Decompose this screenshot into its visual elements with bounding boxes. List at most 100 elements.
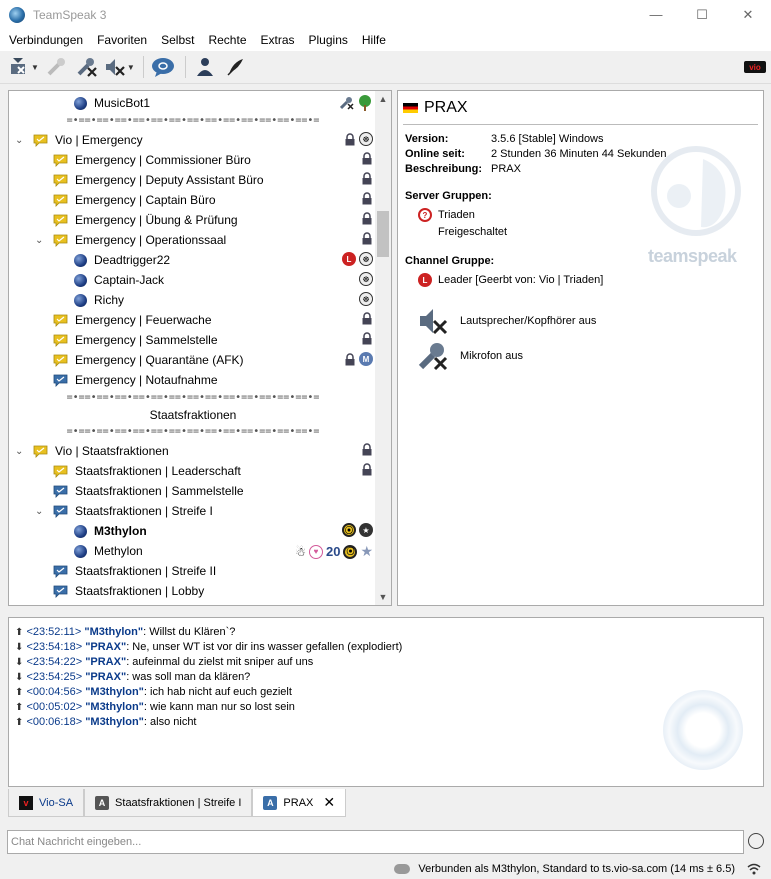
channel-row[interactable]: Staatsfraktionen | Lobby — [9, 581, 377, 601]
channel-row[interactable]: Emergency | Deputy Assistant Büro — [9, 170, 377, 190]
maximize-button[interactable]: ☐ — [679, 0, 725, 29]
chat-nick[interactable]: "PRAX" — [85, 656, 126, 668]
user-status-icon — [74, 544, 87, 558]
tree-user-row[interactable]: MusicBot1 — [9, 93, 377, 113]
tree-user-row[interactable]: Methylon ☃ ♥ 20 ⦿ ★ — [9, 541, 377, 561]
channel-name: Emergency | Operationssaal — [75, 233, 227, 247]
divider — [403, 124, 758, 125]
chat-log[interactable]: ⬆ <23:52:11> "M3thylon": Willst du Kläre… — [8, 617, 764, 787]
menu-plugins[interactable]: Plugins — [302, 33, 355, 47]
scrollbar-thumb[interactable] — [377, 211, 389, 257]
channel-yellow-icon — [33, 445, 48, 458]
channel-row[interactable]: Emergency | Captain Büro — [9, 190, 377, 210]
chat-nick[interactable]: "M3thylon" — [85, 686, 144, 698]
channel-spacer[interactable]: =•==•==•==•==•==•==•==•==•==•==•==•==•==… — [9, 111, 377, 131]
chat-timestamp: <23:54:25> — [26, 671, 83, 683]
collapse-arrow-icon[interactable]: ⌄ — [15, 446, 23, 457]
channel-name: Emergency | Übung & Prüfung — [75, 213, 238, 227]
lock-icon — [362, 192, 372, 205]
dropdown-arrow-icon[interactable]: ▼ — [31, 63, 39, 72]
chat-text: : wie kann man nur so lost sein — [143, 701, 295, 713]
tab-channel[interactable]: A Staatsfraktionen | Streife I — [84, 789, 253, 817]
mute-speakers-button[interactable]: ▼ — [104, 53, 135, 81]
menu-selbst[interactable]: Selbst — [154, 33, 201, 47]
speakers-status-text: Lautsprecher/Kopfhörer aus — [460, 315, 597, 327]
channel-row[interactable]: ⌄ Vio | Emergency ☸ — [9, 130, 377, 150]
channel-row[interactable]: Staatsfraktionen | Streife II — [9, 561, 377, 581]
lock-icon — [362, 332, 372, 345]
tree-user-row[interactable]: Captain-Jack ☸ — [9, 270, 377, 290]
microphone-status-text: Mikrofon aus — [460, 350, 523, 362]
channel-row[interactable]: Emergency | Feuerwache — [9, 310, 377, 330]
incoming-arrow-icon: ⬇ — [15, 657, 24, 668]
chat-nick[interactable]: "M3thylon" — [84, 626, 143, 638]
menu-hilfe[interactable]: Hilfe — [355, 33, 393, 47]
close-tab-icon[interactable]: ✕ — [323, 794, 335, 811]
chat-nick[interactable]: "M3thylon" — [85, 701, 144, 713]
channel-tree[interactable]: MusicBot1 =•==•==•==•==•==•==•==•==•==•=… — [8, 90, 392, 606]
scroll-down-icon[interactable]: ▼ — [375, 589, 391, 605]
scroll-up-icon[interactable]: ▲ — [375, 91, 391, 107]
chat-nick[interactable]: "PRAX" — [85, 641, 126, 653]
description-label: Beschreibung: — [405, 163, 483, 175]
channel-row[interactable]: Emergency | Quarantäne (AFK) M — [9, 350, 377, 370]
minimize-button[interactable]: — — [633, 0, 679, 29]
collapse-arrow-icon[interactable]: ⌄ — [35, 235, 43, 246]
lock-icon — [362, 172, 372, 185]
channel-row[interactable]: Emergency | Commissioner Büro — [9, 150, 377, 170]
channel-blue-icon — [53, 374, 68, 387]
channel-yellow-icon — [33, 134, 48, 147]
emoji-icon[interactable] — [748, 833, 764, 849]
chat-nick[interactable]: "PRAX" — [85, 671, 126, 683]
server-group-row: ? Triaden — [418, 208, 475, 222]
chat-button[interactable] — [149, 53, 177, 81]
tab-server[interactable]: v Vio-SA — [8, 789, 85, 817]
collapse-arrow-icon[interactable]: ⌄ — [15, 135, 23, 146]
channel-row[interactable]: Emergency | Sammelstelle — [9, 330, 377, 350]
tree-scrollbar[interactable]: ▲ ▼ — [375, 91, 391, 605]
menu-bar: Verbindungen Favoriten Selbst Rechte Ext… — [0, 29, 771, 51]
channel-row[interactable]: ⌄ Emergency | Operationssaal — [9, 230, 377, 250]
channel-row[interactable]: Emergency | Übung & Prüfung — [9, 210, 377, 230]
contacts-button[interactable] — [191, 53, 219, 81]
tree-user-row[interactable]: Richy ☸ — [9, 290, 377, 310]
channel-spacer[interactable]: =•==•==•==•==•==•==•==•==•==•==•==•==•==… — [9, 422, 377, 442]
channel-row[interactable]: ⌄ Vio | Staatsfraktionen — [9, 441, 377, 461]
menu-verbindungen[interactable]: Verbindungen — [2, 33, 90, 47]
window-title: TeamSpeak 3 — [33, 7, 107, 22]
away-button[interactable] — [42, 53, 70, 81]
wifi-icon — [747, 863, 761, 875]
channel-row[interactable]: ⌄ Staatsfraktionen | Streife I — [9, 501, 377, 521]
cloud-icon — [394, 864, 411, 874]
dropdown-arrow-icon[interactable]: ▼ — [127, 63, 135, 72]
chat-nick[interactable]: "M3thylon" — [85, 716, 144, 728]
menu-extras[interactable]: Extras — [254, 33, 302, 47]
chat-text: : also nicht — [143, 716, 197, 728]
client-title: PRAX — [403, 99, 468, 117]
chat-timestamp: <00:05:02> — [26, 701, 83, 713]
disconnect-button[interactable]: ▼ — [8, 53, 39, 81]
chat-message: ⬆ <00:04:56> "M3thylon": ich hab nicht a… — [15, 686, 292, 698]
channel-name: Vio | Emergency — [55, 133, 143, 147]
menu-favoriten[interactable]: Favoriten — [90, 33, 154, 47]
whisper-button[interactable] — [222, 53, 250, 81]
version-row: Version: 3.5.6 [Stable] Windows — [405, 133, 604, 145]
menu-rechte[interactable]: Rechte — [201, 33, 253, 47]
outgoing-arrow-icon: ⬆ — [15, 627, 24, 638]
collapse-arrow-icon[interactable]: ⌄ — [35, 506, 43, 517]
close-button[interactable]: ✕ — [725, 0, 771, 29]
channel-row[interactable]: Staatsfraktionen | Leaderschaft — [9, 461, 377, 481]
channel-name: Emergency | Commissioner Büro — [75, 153, 251, 167]
user-name: MusicBot1 — [94, 96, 151, 110]
channel-row[interactable]: Staatsfraktionen | Sammelstelle — [9, 481, 377, 501]
tree-user-row[interactable]: M3thylon ⦿ ★ — [9, 521, 377, 541]
online-value: 2 Stunden 36 Minuten 44 Sekunden — [491, 148, 667, 160]
tree-user-row[interactable]: Deadtrigger22 L ☸ — [9, 250, 377, 270]
vio-server-icon: v — [19, 795, 33, 810]
outgoing-arrow-icon: ⬆ — [15, 702, 24, 713]
chat-input[interactable] — [7, 830, 744, 854]
mute-microphone-button[interactable] — [73, 53, 101, 81]
channel-row[interactable]: Emergency | Notaufnahme — [9, 370, 377, 390]
outgoing-arrow-icon: ⬆ — [15, 717, 24, 728]
tab-private-chat[interactable]: A PRAX ✕ — [252, 789, 347, 817]
